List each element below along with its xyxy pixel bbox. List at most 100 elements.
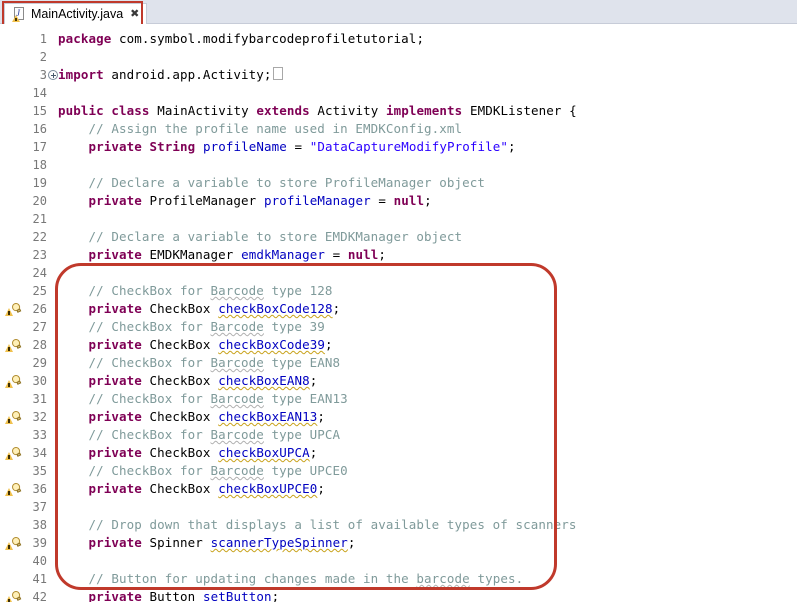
code-line-38[interactable]: 38 // Drop down that displays a list of …: [0, 516, 797, 534]
code-editor[interactable]: 1 package com.symbol.modifybarcodeprofile…: [0, 24, 797, 602]
line-number: 27: [22, 318, 47, 336]
code-text: public class MainActivity extends Activi…: [58, 102, 577, 120]
code-text: // Button for updating changes made in t…: [58, 570, 523, 588]
code-line-40[interactable]: 40: [0, 552, 797, 570]
code-line-15[interactable]: 15 public class MainActivity extends Acti…: [0, 102, 797, 120]
code-line-23[interactable]: 23 private EMDKManager emdkManager = nul…: [0, 246, 797, 264]
code-line-19[interactable]: 19 // Declare a variable to store Profil…: [0, 174, 797, 192]
line-number: 40: [22, 552, 47, 570]
warning-bulb-icon[interactable]: [5, 482, 20, 496]
line-number: 41: [22, 570, 47, 588]
code-text: // Assign the profile name used in EMDKC…: [58, 120, 462, 138]
warning-bulb-icon[interactable]: [5, 410, 20, 424]
code-line-1[interactable]: 1 package com.symbol.modifybarcodeprofile…: [0, 30, 797, 48]
code-line-14[interactable]: 14: [0, 84, 797, 102]
code-line-20[interactable]: 20 private ProfileManager profileManager…: [0, 192, 797, 210]
code-line-22[interactable]: 22 // Declare a variable to store EMDKMa…: [0, 228, 797, 246]
code-line-21[interactable]: 21: [0, 210, 797, 228]
warning-bulb-icon[interactable]: [5, 338, 20, 352]
code-line-28[interactable]: 28 private CheckBox checkBoxCode39;: [0, 336, 797, 354]
code-text: private EMDKManager emdkManager = null;: [58, 246, 386, 264]
code-text: private Button setButton;: [58, 588, 279, 602]
line-number: 1: [22, 30, 47, 48]
code-line-25[interactable]: 25 // CheckBox for Barcode type 128: [0, 282, 797, 300]
code-text: private CheckBox checkBoxEAN8;: [58, 372, 317, 390]
line-number: 23: [22, 246, 47, 264]
line-number: 39: [22, 534, 47, 552]
code-line-32[interactable]: 32 private CheckBox checkBoxEAN13;: [0, 408, 797, 426]
code-text: private Spinner scannerTypeSpinner;: [58, 534, 355, 552]
code-text: private String profileName = "DataCaptur…: [58, 138, 516, 156]
line-number: 16: [22, 120, 47, 138]
line-number: 36: [22, 480, 47, 498]
code-text: // CheckBox for Barcode type 128: [58, 282, 333, 300]
code-line-37[interactable]: 37: [0, 498, 797, 516]
line-number: 38: [22, 516, 47, 534]
code-text: // CheckBox for Barcode type EAN8: [58, 354, 340, 372]
line-number: 14: [22, 84, 47, 102]
code-line-17[interactable]: 17 private String profileName = "DataCap…: [0, 138, 797, 156]
code-text: private ProfileManager profileManager = …: [58, 192, 432, 210]
code-line-34[interactable]: 34 private CheckBox checkBoxUPCA;: [0, 444, 797, 462]
code-line-41[interactable]: 41 // Button for updating changes made i…: [0, 570, 797, 588]
line-number: 34: [22, 444, 47, 462]
code-text: package com.symbol.modifybarcodeprofilet…: [58, 30, 424, 48]
warning-bulb-icon[interactable]: [5, 590, 20, 602]
code-text: import android.app.Activity;: [58, 66, 283, 84]
code-line-30[interactable]: 30 private CheckBox checkBoxEAN8;: [0, 372, 797, 390]
line-number: 18: [22, 156, 47, 174]
code-text: private CheckBox checkBoxEAN13;: [58, 408, 325, 426]
line-number: 28: [22, 336, 47, 354]
java-file-warning-icon: J: [13, 7, 26, 21]
line-number: 29: [22, 354, 47, 372]
collapsed-imports-box: [273, 67, 283, 80]
line-number: 19: [22, 174, 47, 192]
code-lines-container[interactable]: 1 package com.symbol.modifybarcodeprofile…: [0, 24, 797, 602]
tab-label: MainActivity.java: [31, 7, 123, 21]
code-text: // Declare a variable to store ProfileMa…: [58, 174, 485, 192]
code-line-2[interactable]: 2: [0, 48, 797, 66]
warning-bulb-icon[interactable]: [5, 536, 20, 550]
code-line-42[interactable]: 42 private Button setButton;: [0, 588, 797, 602]
line-number: 15: [22, 102, 47, 120]
line-number: 17: [22, 138, 47, 156]
code-line-35[interactable]: 35 // CheckBox for Barcode type UPCE0: [0, 462, 797, 480]
line-number: 42: [22, 588, 47, 602]
code-text: private CheckBox checkBoxCode128;: [58, 300, 340, 318]
line-number: 37: [22, 498, 47, 516]
line-number: 32: [22, 408, 47, 426]
line-number: 25: [22, 282, 47, 300]
editor-tab-bar: J MainActivity.java ✖: [0, 0, 797, 24]
line-number: 33: [22, 426, 47, 444]
code-text: // CheckBox for Barcode type 39: [58, 318, 325, 336]
code-text: // CheckBox for Barcode type UPCE0: [58, 462, 348, 480]
line-number: 26: [22, 300, 47, 318]
code-line-27[interactable]: 27 // CheckBox for Barcode type 39: [0, 318, 797, 336]
code-line-18[interactable]: 18: [0, 156, 797, 174]
code-text: private CheckBox checkBoxCode39;: [58, 336, 333, 354]
code-line-29[interactable]: 29 // CheckBox for Barcode type EAN8: [0, 354, 797, 372]
code-line-3[interactable]: 3import android.app.Activity;: [0, 66, 797, 84]
code-text: // Declare a variable to store EMDKManag…: [58, 228, 462, 246]
warning-bulb-icon[interactable]: [5, 374, 20, 388]
tab-mainactivity-java[interactable]: J MainActivity.java ✖: [4, 3, 147, 24]
code-text: // CheckBox for Barcode type EAN13: [58, 390, 348, 408]
code-line-36[interactable]: 36 private CheckBox checkBoxUPCE0;: [0, 480, 797, 498]
fold-expand-icon[interactable]: [48, 70, 58, 80]
code-line-39[interactable]: 39 private Spinner scannerTypeSpinner;: [0, 534, 797, 552]
warning-bulb-icon[interactable]: [5, 302, 20, 316]
code-text: // CheckBox for Barcode type UPCA: [58, 426, 340, 444]
code-line-24[interactable]: 24: [0, 264, 797, 282]
code-line-26[interactable]: 26 private CheckBox checkBoxCode128;: [0, 300, 797, 318]
line-number: 22: [22, 228, 47, 246]
code-text: // Drop down that displays a list of ava…: [58, 516, 577, 534]
code-line-16[interactable]: 16 // Assign the profile name used in EM…: [0, 120, 797, 138]
warning-bulb-icon[interactable]: [5, 446, 20, 460]
code-line-31[interactable]: 31 // CheckBox for Barcode type EAN13: [0, 390, 797, 408]
line-number: 31: [22, 390, 47, 408]
line-number: 21: [22, 210, 47, 228]
code-line-33[interactable]: 33 // CheckBox for Barcode type UPCA: [0, 426, 797, 444]
line-number: 20: [22, 192, 47, 210]
close-icon[interactable]: ✖: [130, 9, 139, 20]
code-text: private CheckBox checkBoxUPCE0;: [58, 480, 325, 498]
